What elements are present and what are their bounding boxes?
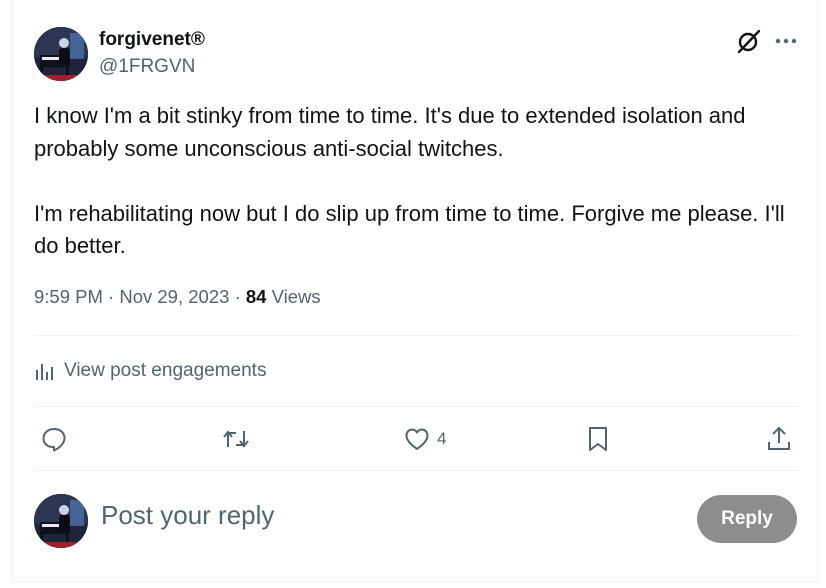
current-user-avatar[interactable] bbox=[34, 494, 88, 548]
reply-submit-button[interactable]: Reply bbox=[697, 495, 797, 543]
like-count: 4 bbox=[437, 429, 447, 448]
reply-action-button[interactable] bbox=[40, 424, 74, 454]
reply-icon bbox=[42, 428, 66, 452]
share-icon bbox=[768, 426, 790, 450]
repost-icon bbox=[223, 430, 249, 448]
post-paragraph: I'm rehabilitating now but I do slip up … bbox=[34, 200, 785, 259]
more-options-icon[interactable] bbox=[773, 28, 799, 54]
view-engagements-link[interactable]: View post engagements bbox=[34, 358, 266, 384]
author-avatar[interactable] bbox=[34, 27, 88, 81]
pianist-avatar-image bbox=[34, 494, 88, 548]
author-display-name[interactable]: forgivenet® bbox=[99, 29, 205, 51]
analytics-icon bbox=[36, 364, 53, 380]
post-body: I know I'm a bit stinky from time to tim… bbox=[34, 100, 794, 263]
post-time[interactable]: 9:59 PM bbox=[34, 286, 103, 307]
grok-icon[interactable] bbox=[736, 28, 762, 54]
reply-input[interactable]: Post your reply bbox=[101, 500, 274, 531]
post-date[interactable]: Nov 29, 2023 bbox=[119, 286, 229, 307]
share-action-button[interactable] bbox=[765, 424, 799, 454]
like-action-button[interactable]: 4 bbox=[403, 424, 446, 454]
views-label: Views bbox=[271, 286, 321, 307]
post-meta: 9:59 PM · Nov 29, 2023 · 84 Views bbox=[34, 286, 321, 308]
repost-action-button[interactable] bbox=[221, 424, 257, 454]
divider bbox=[34, 470, 799, 471]
pianist-avatar-image bbox=[34, 27, 88, 81]
post-paragraph: I know I'm a bit stinky from time to tim… bbox=[34, 103, 746, 161]
views-count: 84 bbox=[245, 286, 267, 307]
heart-icon bbox=[405, 428, 429, 450]
divider bbox=[34, 335, 799, 336]
bookmark-action-button[interactable] bbox=[585, 424, 617, 454]
post-card: forgivenet® @1FRGVN I know I'm a bit sti… bbox=[12, 0, 818, 582]
meta-separator: · bbox=[108, 286, 115, 307]
bookmark-icon bbox=[589, 427, 607, 451]
meta-separator: · bbox=[234, 286, 241, 307]
divider bbox=[34, 406, 799, 407]
view-engagements-label: View post engagements bbox=[64, 360, 267, 381]
author-handle[interactable]: @1FRGVN bbox=[99, 56, 195, 78]
